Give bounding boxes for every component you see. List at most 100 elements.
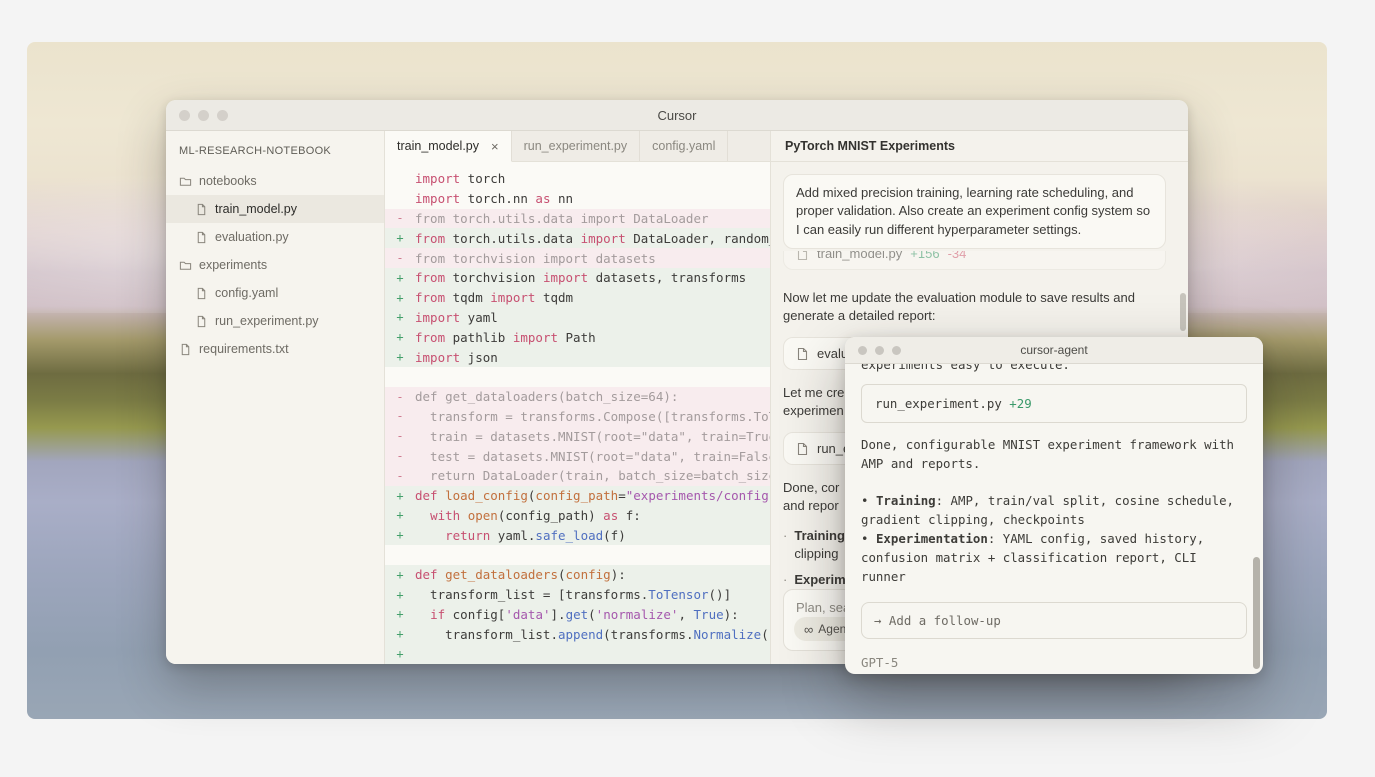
file-change-name: train_model.py: [817, 251, 902, 261]
diff-marker: +: [385, 330, 415, 344]
code-line: +import yaml: [385, 308, 770, 328]
assistant-text: Done, configurable MNIST experiment fram…: [861, 435, 1247, 473]
diff-marker: ·: [385, 548, 415, 562]
zoom-window-button[interactable]: [892, 346, 901, 355]
bullet-dot: •: [861, 531, 868, 546]
code-line: ·import torch.nn as nn: [385, 189, 770, 209]
diff-marker: +: [385, 231, 415, 245]
diff-marker: +: [385, 271, 415, 285]
diff-marker: -: [385, 409, 415, 423]
item-label: config.yaml: [215, 286, 278, 300]
sidebar-item-experiments[interactable]: experiments: [166, 251, 384, 279]
diff-removed: -34: [948, 251, 967, 261]
bullet-item: • Experimentation: YAML config, saved hi…: [861, 529, 1247, 586]
code-line: +from tqdm import tqdm: [385, 288, 770, 308]
sidebar-item-notebooks[interactable]: notebooks: [166, 167, 384, 195]
diff-marker: +: [385, 489, 415, 503]
code-line: + transform_list.append(transforms.Norma…: [385, 624, 770, 644]
clipped-card-wrap: train_model.py +156 -34: [783, 251, 1166, 275]
file-icon: [796, 442, 809, 456]
main-titlebar[interactable]: Cursor: [166, 100, 1188, 131]
tab-bar: train_model.py × run_experiment.py config.y…: [385, 131, 770, 162]
folder-icon: [179, 259, 192, 272]
diff-marker: +: [385, 647, 415, 661]
code-editor[interactable]: ·import torch·import torch.nn as nn-from…: [385, 162, 770, 664]
window-title: cursor-agent: [845, 343, 1263, 357]
diff-marker: +: [385, 528, 415, 542]
editor-column: train_model.py × run_experiment.py config.y…: [385, 131, 771, 664]
sidebar-item-config-yaml[interactable]: config.yaml: [166, 279, 384, 307]
code-line: - transform = transforms.Compose([transf…: [385, 407, 770, 427]
bullet-dot: •: [861, 493, 868, 508]
tab-train-model-py[interactable]: train_model.py ×: [385, 131, 512, 162]
code-line: -from torch.utils.data import DataLoader: [385, 209, 770, 229]
bullet-bold: Training: [876, 493, 936, 508]
close-icon[interactable]: ×: [491, 139, 499, 154]
user-message: Add mixed precision training, learning r…: [783, 174, 1166, 249]
code-line: - return DataLoader(train, batch_size=ba…: [385, 466, 770, 486]
bullet-bold: Experim: [794, 572, 845, 587]
sidebar-item-requirements-txt[interactable]: requirements.txt: [166, 335, 384, 363]
item-label: run_experiment.py: [215, 314, 319, 328]
code-line: +: [385, 644, 770, 664]
diff-marker: -: [385, 449, 415, 463]
file-icon: [195, 203, 208, 216]
diff-marker: +: [385, 588, 415, 602]
zoom-window-button[interactable]: [217, 110, 228, 121]
item-label: evaluation.py: [215, 230, 289, 244]
bullet-bold: Experimentation: [876, 531, 988, 546]
model-label[interactable]: GPT-5: [861, 653, 1247, 672]
chat-title: PyTorch MNIST Experiments: [771, 131, 1188, 162]
code-line: + with open(config_path) as f:: [385, 506, 770, 526]
diff-marker: -: [385, 390, 415, 404]
tab-config-yaml[interactable]: config.yaml: [640, 131, 728, 161]
minimize-window-button[interactable]: [198, 110, 209, 121]
bullet-line2: clipping: [794, 546, 838, 561]
sidebar-item-evaluation-py[interactable]: evaluation.py: [166, 223, 384, 251]
item-label: experiments: [199, 258, 267, 272]
traffic-lights: [858, 346, 901, 355]
code-line: + transform_list = [transforms.ToTensor(…: [385, 585, 770, 605]
code-line: + return yaml.safe_load(f): [385, 525, 770, 545]
followup-input[interactable]: → Add a follow-up: [861, 602, 1247, 639]
code-line: +import json: [385, 347, 770, 367]
agent-scrollbar-thumb[interactable]: [1253, 557, 1260, 669]
infinity-icon: ∞: [804, 622, 813, 637]
chat-scrollbar-thumb[interactable]: [1180, 293, 1186, 331]
tab-label: config.yaml: [652, 139, 715, 153]
file-icon: [179, 343, 192, 356]
file-change-card[interactable]: run_experiment.py +29: [861, 384, 1247, 423]
tab-label: run_experiment.py: [524, 139, 628, 153]
agent-titlebar[interactable]: cursor-agent: [845, 337, 1263, 364]
diff-marker: ·: [385, 192, 415, 206]
code-line: +from torchvision import datasets, trans…: [385, 268, 770, 288]
tab-run-experiment-py[interactable]: run_experiment.py: [512, 131, 641, 161]
diff-marker: ·: [385, 370, 415, 384]
code-line: +from torch.utils.data import DataLoader…: [385, 228, 770, 248]
code-line: -def get_dataloaders(batch_size=64):: [385, 387, 770, 407]
diff-marker: ·: [385, 172, 415, 186]
diff-added: +29: [1009, 396, 1031, 411]
item-label: notebooks: [199, 174, 257, 188]
diff-marker: +: [385, 627, 415, 641]
diff-marker: +: [385, 508, 415, 522]
file-explorer-sidebar: ML-RESEARCH-NOTEBOOK notebookstrain_mode…: [166, 131, 385, 664]
file-icon: [195, 231, 208, 244]
clipped-text-line: experiments easy to execute.: [861, 364, 1247, 375]
file-change-name: run_experiment.py: [875, 396, 1002, 411]
tab-label: train_model.py: [397, 139, 479, 153]
sidebar-item-train-model-py[interactable]: train_model.py: [166, 195, 384, 223]
sidebar-item-run-experiment-py[interactable]: run_experiment.py: [166, 307, 384, 335]
diff-marker: +: [385, 607, 415, 621]
diff-marker: -: [385, 251, 415, 265]
code-line: - test = datasets.MNIST(root="data", tra…: [385, 446, 770, 466]
agent-transcript[interactable]: experiments easy to execute. run_experim…: [845, 364, 1263, 674]
code-line: ·: [385, 545, 770, 565]
diff-added: +156: [910, 251, 939, 261]
file-change-card[interactable]: train_model.py +156 -34: [783, 251, 1166, 270]
close-window-button[interactable]: [179, 110, 190, 121]
minimize-window-button[interactable]: [875, 346, 884, 355]
diff-marker: +: [385, 310, 415, 324]
file-icon: [195, 315, 208, 328]
close-window-button[interactable]: [858, 346, 867, 355]
